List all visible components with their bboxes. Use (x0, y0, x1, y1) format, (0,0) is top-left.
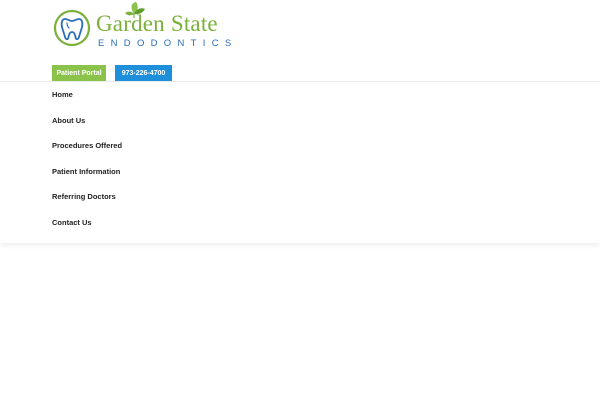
phone-button[interactable]: 973-226-4700 (115, 65, 172, 82)
nav-item-home[interactable]: Home (52, 82, 122, 108)
nav-item-referring-doctors[interactable]: Referring Doctors (52, 184, 122, 210)
brand-name: Garden State (96, 11, 218, 36)
brand-tagline: ENDODONTICS (98, 38, 238, 49)
nav-item-procedures-offered[interactable]: Procedures Offered (52, 133, 122, 159)
patient-portal-button[interactable]: Patient Portal (52, 65, 106, 82)
nav-item-contact-us[interactable]: Contact Us (52, 210, 122, 236)
nav-item-patient-information[interactable]: Patient Information (52, 159, 122, 185)
nav-item-about-us[interactable]: About Us (52, 108, 122, 134)
main-nav: Home About Us Procedures Offered Patient… (52, 82, 122, 235)
site-header: Garden State ENDODONTICS Patient Portal … (0, 0, 600, 243)
site-logo[interactable]: Garden State ENDODONTICS (52, 2, 231, 52)
